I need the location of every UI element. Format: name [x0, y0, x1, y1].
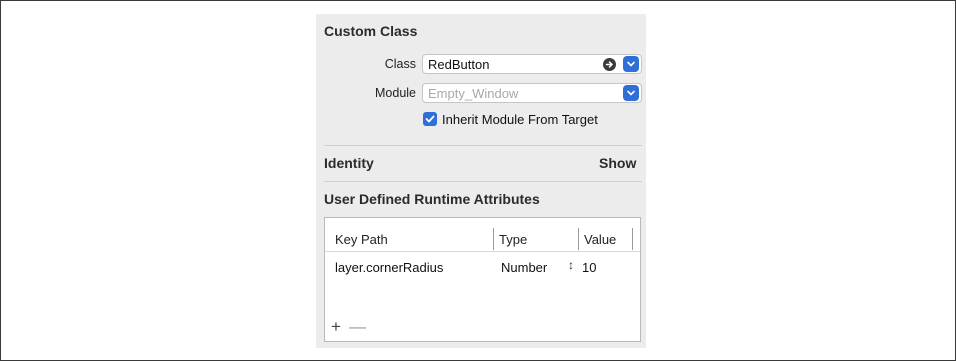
column-header-value[interactable]: Value — [584, 232, 616, 247]
checkmark-icon — [425, 115, 435, 123]
column-header-key-path[interactable]: Key Path — [335, 232, 388, 247]
section-divider — [324, 145, 642, 146]
inherit-module-checkbox[interactable] — [423, 112, 437, 126]
class-field[interactable]: RedButton — [422, 54, 642, 74]
value-cell[interactable]: 10 — [582, 260, 596, 275]
column-separator[interactable] — [493, 228, 494, 250]
module-label: Module — [375, 86, 416, 100]
identity-title: Identity — [324, 155, 374, 171]
module-field[interactable]: Empty_Window — [422, 83, 642, 103]
type-cell[interactable]: Number — [501, 260, 547, 275]
custom-class-title: Custom Class — [324, 23, 418, 39]
column-header-type[interactable]: Type — [499, 232, 527, 247]
key-path-cell[interactable]: layer.cornerRadius — [335, 260, 443, 275]
header-divider — [325, 251, 640, 252]
class-value: RedButton — [428, 57, 490, 72]
runtime-attributes-table: Key Path Type Value layer.cornerRadius N… — [324, 217, 641, 342]
chevron-down-icon[interactable] — [623, 85, 639, 101]
arrow-circle-right-icon[interactable] — [603, 58, 616, 71]
inherit-module-label: Inherit Module From Target — [442, 112, 598, 127]
class-label: Class — [384, 57, 416, 71]
identity-show-button[interactable]: Show — [599, 155, 636, 171]
section-divider — [324, 181, 642, 182]
chevron-down-icon[interactable] — [623, 56, 639, 72]
up-down-stepper-icon[interactable]: ↕ — [568, 258, 574, 272]
identity-inspector-panel: Custom Class Class RedButton Module Empt… — [316, 14, 646, 348]
add-attribute-button[interactable]: + — [331, 317, 341, 337]
module-placeholder: Empty_Window — [428, 86, 519, 101]
column-separator[interactable] — [632, 228, 633, 250]
remove-attribute-button[interactable]: — — [349, 317, 366, 337]
runtime-attributes-title: User Defined Runtime Attributes — [324, 191, 540, 207]
column-separator[interactable] — [578, 228, 579, 250]
